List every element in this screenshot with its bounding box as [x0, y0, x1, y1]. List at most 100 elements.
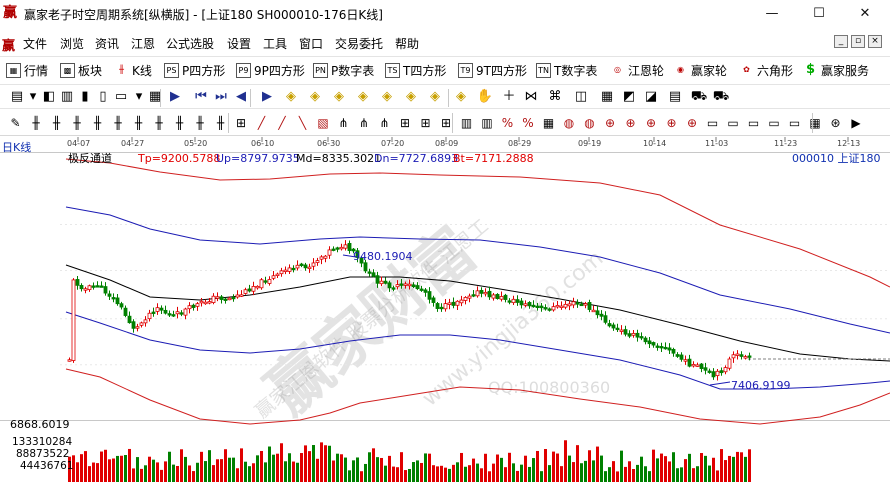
toolbar-service-button[interactable]: $ 赢家服务 — [803, 61, 869, 79]
line-tool-button-34[interactable]: ⊕ — [683, 114, 702, 133]
toolbar-blocks-button[interactable]: ▩ 板块 — [60, 61, 102, 79]
line-tool-button-40[interactable]: ▦ — [806, 114, 825, 133]
tool-button-11[interactable]: ⏮ — [192, 88, 210, 106]
line-tool-button-3[interactable]: ╫ — [47, 114, 66, 133]
tool-button-22[interactable]: ◈ — [452, 88, 470, 106]
line-tool-button-35[interactable]: ▭ — [703, 114, 722, 133]
line-tool-button-17[interactable]: ⋔ — [334, 114, 353, 133]
line-tool-button-25[interactable]: % — [498, 114, 517, 133]
tool-button-31[interactable]: ▤ — [666, 88, 684, 106]
tool-button-19[interactable]: ◈ — [378, 88, 396, 106]
line-tool-button-30[interactable]: ⊕ — [601, 114, 620, 133]
tool-button-9[interactable]: ▦ — [146, 88, 164, 106]
toolbar-9p-square-button[interactable]: P9 9P四方形 — [236, 61, 305, 79]
toolbar-hexagon-button[interactable]: ✿ 六角形 — [739, 61, 793, 79]
tool-button-14[interactable]: ▶ — [258, 88, 276, 106]
line-tool-button-28[interactable]: ◍ — [560, 114, 579, 133]
tool-button-30[interactable]: ◪ — [642, 88, 660, 106]
line-tool-button-38[interactable]: ▭ — [765, 114, 784, 133]
line-tool-button-2[interactable]: ╫ — [27, 114, 46, 133]
kline-chart[interactable]: 赢家财富 赢家江恩软件 股票分析软件 江恩工 www.yingjia360.co… — [0, 137, 890, 482]
tool-button-3[interactable]: ◧ — [40, 88, 58, 106]
line-tool-button-5[interactable]: ╫ — [88, 114, 107, 133]
line-tool-button-13[interactable]: ╱ — [252, 114, 271, 133]
toolbar-quotes-button[interactable]: ▦ 行情 — [6, 61, 48, 79]
line-tool-button-32[interactable]: ⊕ — [642, 114, 661, 133]
tool-button-12[interactable]: ⏭ — [212, 88, 230, 106]
toolbar-gann-wheel-button[interactable]: ◎ 江恩轮 — [610, 61, 664, 79]
tool-button-4[interactable]: ▥ — [58, 88, 76, 106]
line-tool-button-1[interactable]: ✎ — [6, 114, 25, 133]
line-tool-button-19[interactable]: ⋔ — [375, 114, 394, 133]
toolbar-p-square-button[interactable]: PS P四方形 — [164, 61, 225, 79]
line-tool-button-42[interactable]: ▶ — [847, 114, 866, 133]
close-button[interactable]: ✕ — [845, 3, 885, 25]
line-tool-button-33[interactable]: ⊕ — [662, 114, 681, 133]
tool-button-33[interactable]: ⛟ — [712, 88, 730, 106]
toolbar-t-square-button[interactable]: TS T四方形 — [385, 61, 446, 79]
line-tool-button-16[interactable]: ▧ — [314, 114, 333, 133]
line-tool-button-37[interactable]: ▭ — [744, 114, 763, 133]
tool-button-7[interactable]: ▭ — [112, 88, 130, 106]
line-tool-button-39[interactable]: ▭ — [785, 114, 804, 133]
line-tool-button-21[interactable]: ⊞ — [416, 114, 435, 133]
tool-button-15[interactable]: ◈ — [282, 88, 300, 106]
menu-formula-select[interactable]: 公式选股 — [166, 35, 214, 52]
tool-button-20[interactable]: ◈ — [402, 88, 420, 106]
mdi-close-button[interactable]: × — [868, 35, 882, 48]
tool-button-28[interactable]: ▦ — [598, 88, 616, 106]
maximize-button[interactable]: ☐ — [799, 3, 839, 25]
menu-help[interactable]: 帮助 — [395, 35, 419, 52]
toolbar-9t-square-button[interactable]: T9 9T四方形 — [458, 61, 527, 79]
tool-button-24[interactable]: ＋ — [500, 88, 518, 106]
line-tool-button-7[interactable]: ╫ — [129, 114, 148, 133]
menu-settings[interactable]: 设置 — [227, 35, 251, 52]
menu-gann[interactable]: 江恩 — [131, 35, 155, 52]
menu-browse[interactable]: 浏览 — [60, 35, 84, 52]
line-tool-button-6[interactable]: ╫ — [109, 114, 128, 133]
line-tool-button-4[interactable]: ╫ — [68, 114, 87, 133]
line-tool-button-14[interactable]: ╱ — [273, 114, 292, 133]
menu-tools[interactable]: 工具 — [263, 35, 287, 52]
line-tool-button-9[interactable]: ╫ — [170, 114, 189, 133]
line-tool-button-12[interactable]: ⊞ — [232, 114, 251, 133]
menu-info[interactable]: 资讯 — [95, 35, 119, 52]
tool-button-32[interactable]: ⛟ — [690, 88, 708, 106]
toolbar-p-number-table-button[interactable]: PN P数字表 — [313, 61, 374, 79]
line-tool-button-18[interactable]: ⋔ — [355, 114, 374, 133]
line-tool-button-41[interactable]: ⊛ — [826, 114, 845, 133]
line-tool-button-31[interactable]: ⊕ — [621, 114, 640, 133]
line-tool-button-27[interactable]: ▦ — [539, 114, 558, 133]
line-tool-button-15[interactable]: ╲ — [293, 114, 312, 133]
tool-button-6[interactable]: ▯ — [94, 88, 112, 106]
tool-button-5[interactable]: ▮ — [76, 88, 94, 106]
line-tool-button-20[interactable]: ⊞ — [396, 114, 415, 133]
tool-button-10[interactable]: ▶ — [166, 88, 184, 106]
tool-button-27[interactable]: ◫ — [572, 88, 590, 106]
tool-button-17[interactable]: ◈ — [330, 88, 348, 106]
mdi-restore-button[interactable]: ▫ — [851, 35, 865, 48]
line-tool-button-10[interactable]: ╫ — [191, 114, 210, 133]
toolbar-t-number-table-button[interactable]: TN T数字表 — [536, 61, 597, 79]
tool-button-21[interactable]: ◈ — [426, 88, 444, 106]
tool-button-25[interactable]: ⋈ — [522, 88, 540, 106]
tool-button-26[interactable]: ⌘ — [546, 88, 564, 106]
tool-button-18[interactable]: ◈ — [354, 88, 372, 106]
tool-button-13[interactable]: ◀ — [232, 88, 250, 106]
tool-button-29[interactable]: ◩ — [620, 88, 638, 106]
menu-trade[interactable]: 交易委托 — [335, 35, 383, 52]
line-tool-button-26[interactable]: % — [519, 114, 538, 133]
line-tool-button-29[interactable]: ◍ — [580, 114, 599, 133]
line-tool-button-23[interactable]: ▥ — [457, 114, 476, 133]
line-tool-button-8[interactable]: ╫ — [150, 114, 169, 133]
tool-button-23[interactable]: ✋ — [476, 88, 494, 106]
mdi-minimize-button[interactable]: _ — [834, 35, 848, 48]
tool-button-16[interactable]: ◈ — [306, 88, 324, 106]
menu-window[interactable]: 窗口 — [299, 35, 323, 52]
menu-file[interactable]: 文件 — [23, 35, 47, 52]
line-tool-button-36[interactable]: ▭ — [724, 114, 743, 133]
toolbar-kline-button[interactable]: ╫ K线 — [114, 61, 152, 79]
toolbar-winner-wheel-button[interactable]: ◉ 赢家轮 — [673, 61, 727, 79]
line-tool-button-24[interactable]: ▥ — [478, 114, 497, 133]
minimize-button[interactable]: — — [752, 3, 792, 25]
